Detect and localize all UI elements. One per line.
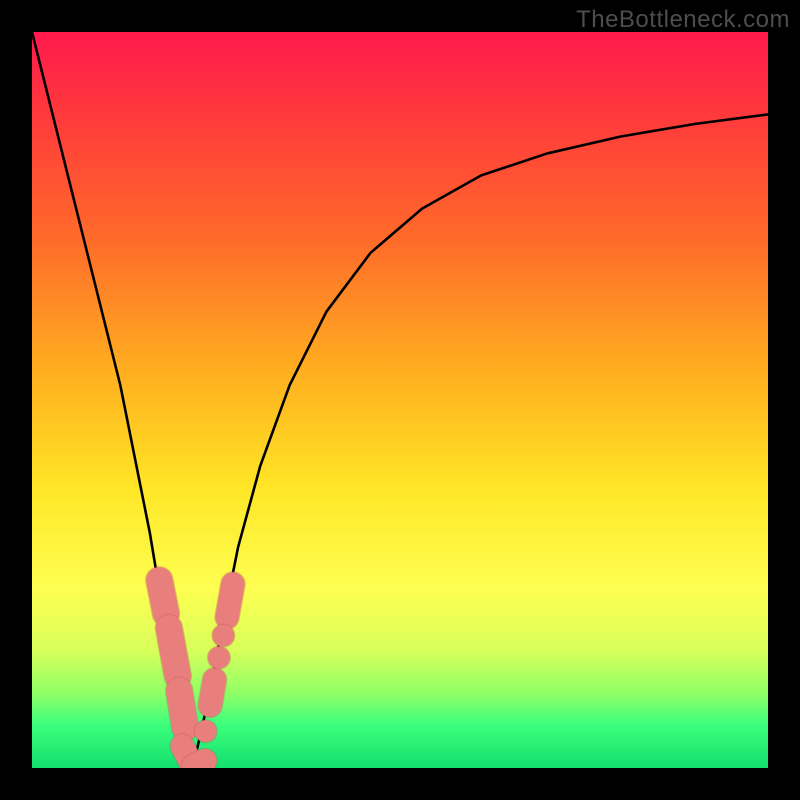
plot-area [32,32,768,768]
watermark-text: TheBottleneck.com [576,6,790,34]
series-right-curve [192,114,768,768]
markers-layer [159,580,235,765]
marker-capsule [169,628,178,676]
marker-capsule [159,580,166,613]
chart-frame: TheBottleneck.com [0,0,800,800]
marker-dot [195,720,217,742]
marker-capsule [227,584,233,617]
curves-layer [32,32,768,768]
marker-capsule [179,691,185,728]
marker-capsule [210,680,214,706]
marker-dot [208,647,230,669]
marker-dot [212,624,234,646]
chart-svg [32,32,768,768]
marker-capsule [194,761,205,766]
